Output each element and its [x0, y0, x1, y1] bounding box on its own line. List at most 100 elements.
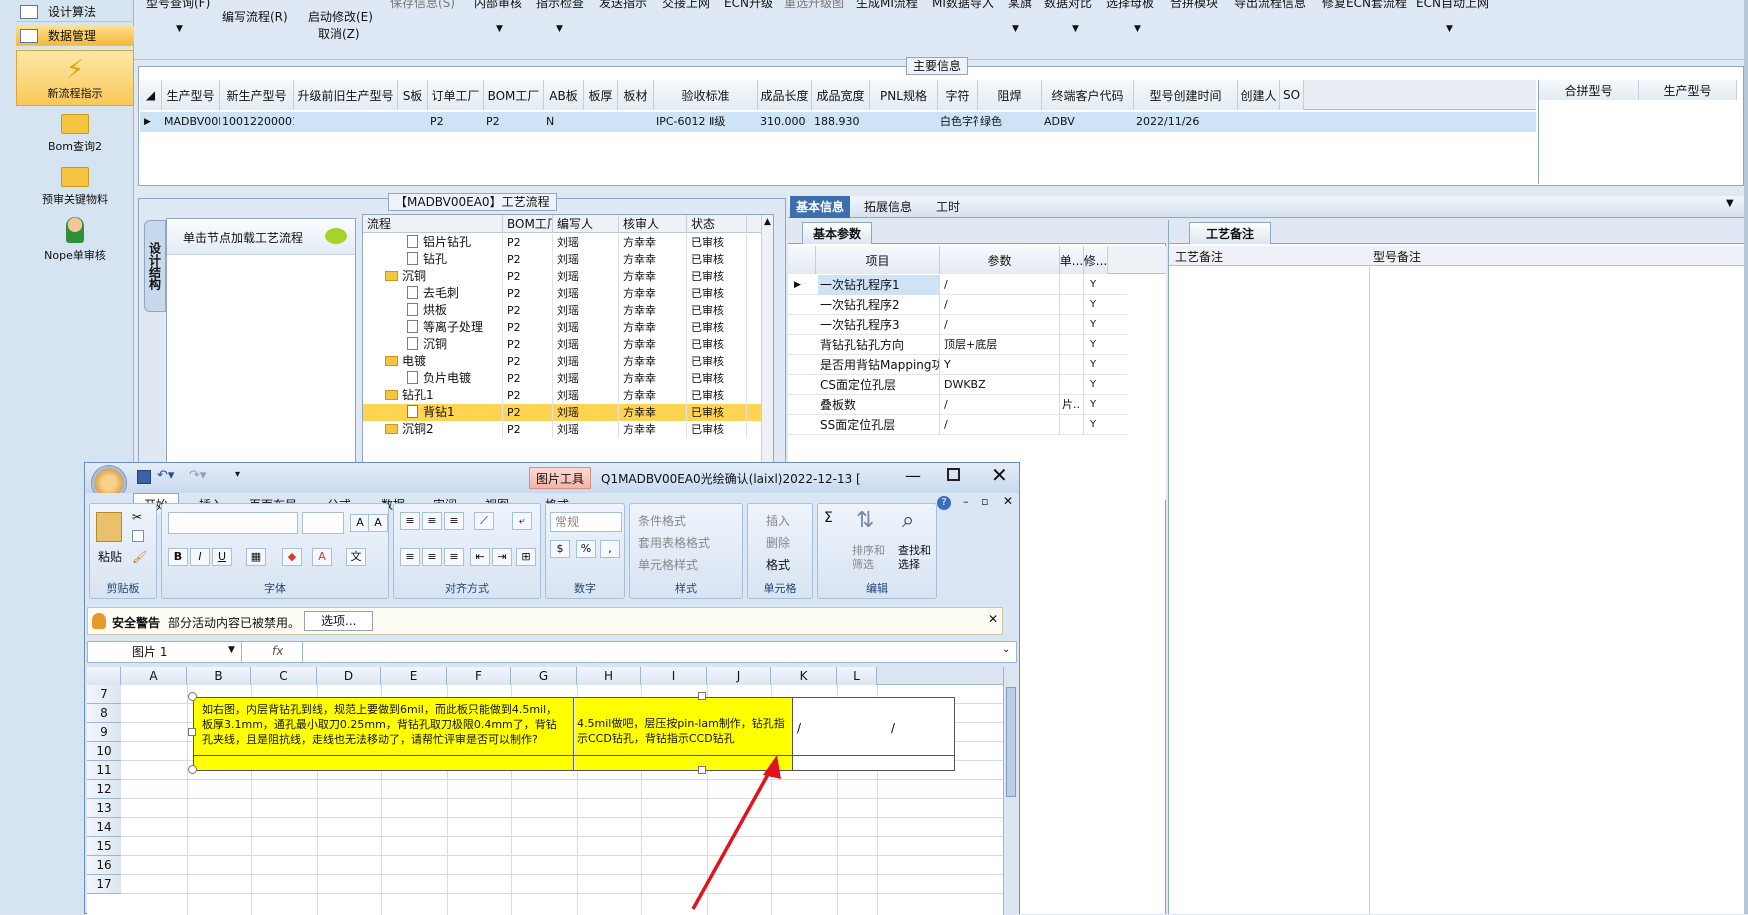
toolbar-repair-ecn[interactable]: 修复ECN套流程: [1322, 0, 1407, 11]
param-value[interactable]: 顶层+底层: [942, 335, 1060, 355]
merge-icon[interactable]: ⊞: [516, 548, 536, 566]
flow-column-header[interactable]: BOM工厂: [503, 215, 553, 233]
tree-node[interactable]: 钻孔1: [363, 387, 503, 404]
toolbar-compare[interactable]: 数据对比: [1044, 0, 1092, 11]
ribbon-restore-icon[interactable]: ▫: [981, 495, 988, 508]
paste-icon[interactable]: [96, 512, 122, 542]
comma-icon[interactable]: ,: [600, 540, 620, 558]
nav-bom-query[interactable]: Bom查询2: [16, 112, 134, 160]
tab-design-structure[interactable]: 设计结构: [144, 220, 166, 312]
toolbar-write-flow[interactable]: 编写流程(R): [222, 8, 288, 25]
currency-icon[interactable]: $: [550, 540, 570, 558]
param-row[interactable]: CS面定位孔层 DWKBZ Y: [788, 375, 1128, 395]
column-header[interactable]: 升级前旧生产型号: [294, 80, 398, 110]
column-header[interactable]: D: [317, 667, 381, 685]
column-header[interactable]: 验收标准: [654, 80, 758, 110]
tree-row[interactable]: 电镀 P2 刘瑶 方幸幸 已审核: [363, 353, 763, 370]
toolbar-select-mother[interactable]: 选择母板: [1106, 0, 1154, 11]
param-column-header[interactable]: 单...: [1060, 246, 1084, 274]
toolbar-export-flow[interactable]: 导出流程信息: [1234, 0, 1306, 11]
row-header[interactable]: 12: [87, 780, 121, 799]
ribbon-minimize-icon[interactable]: –: [963, 495, 969, 508]
column-header[interactable]: L: [837, 667, 877, 685]
param-row[interactable]: 一次钻孔程序3/ Y: [788, 315, 1128, 335]
italic-icon[interactable]: I: [190, 548, 210, 566]
column-header[interactable]: 成品宽度: [812, 80, 870, 110]
toolbar-cancel[interactable]: 取消(Z): [318, 25, 360, 42]
column-header[interactable]: C: [251, 667, 317, 685]
param-column-header[interactable]: [788, 246, 816, 274]
row-header[interactable]: 9: [87, 723, 121, 742]
row-header[interactable]: 7: [87, 685, 121, 704]
copy-icon[interactable]: [132, 530, 144, 542]
param-row[interactable]: 是否用背钻Mapping功能YY: [788, 355, 1128, 375]
param-row[interactable]: ▶ 一次钻孔程序1/ Y: [788, 275, 1128, 295]
align-bottom-icon[interactable]: ≡: [444, 512, 464, 530]
align-left-icon[interactable]: ≡: [400, 548, 420, 566]
minimize-icon[interactable]: —: [905, 466, 921, 485]
column-header[interactable]: 字符: [938, 80, 978, 110]
outdent-icon[interactable]: ⇤: [470, 548, 490, 566]
tree-node[interactable]: 钻孔: [363, 251, 503, 268]
tree-row[interactable]: 烘板 P2 刘瑶 方幸幸 已审核: [363, 302, 763, 319]
resize-handle[interactable]: [188, 728, 196, 736]
undo-icon[interactable]: ↶▾: [157, 468, 174, 483]
tree-node[interactable]: 等离子处理: [363, 319, 503, 336]
conditional-format-button[interactable]: 条件格式: [638, 512, 686, 529]
tree-row[interactable]: 背钻1 P2 刘瑶 方幸幸 已审核: [363, 404, 763, 421]
resize-handle[interactable]: [698, 692, 706, 700]
embedded-picture[interactable]: 如右图，内层背钻孔到线，规范上要做到6mil，而此板只能做到4.5mil，板厚3…: [188, 692, 1019, 777]
row-header[interactable]: 8: [87, 704, 121, 723]
resize-handle[interactable]: [188, 765, 197, 774]
font-name-select[interactable]: [168, 512, 298, 534]
param-row[interactable]: SS面定位孔层 / Y: [788, 415, 1128, 435]
param-value[interactable]: DWKBZ: [942, 375, 1060, 395]
param-value[interactable]: /: [942, 395, 1060, 415]
scroll-thumb[interactable]: [1006, 687, 1016, 797]
chevron-down-icon[interactable]: ▼: [176, 24, 183, 34]
toolbar-model-query[interactable]: 型号查询(F): [146, 0, 210, 11]
nav-pre-review-materials[interactable]: 预审关键物料: [16, 165, 134, 213]
toolbar-ecn-auto[interactable]: ECN自动上网: [1416, 0, 1489, 11]
column-header[interactable]: K: [771, 667, 837, 685]
align-right-icon[interactable]: ≡: [444, 548, 464, 566]
column-header[interactable]: 终端客户代码: [1042, 80, 1134, 110]
param-value[interactable]: Y: [942, 355, 1060, 375]
bold-icon[interactable]: B: [168, 548, 188, 566]
param-row[interactable]: 一次钻孔程序2/ Y: [788, 295, 1128, 315]
chevron-down-icon[interactable]: ▼: [1072, 24, 1079, 34]
resize-handle[interactable]: [188, 692, 197, 701]
column-header[interactable]: H: [577, 667, 641, 685]
tree-node[interactable]: 沉铜: [363, 336, 503, 353]
column-header[interactable]: SO: [1280, 80, 1304, 110]
redo-icon[interactable]: ↷▾: [189, 468, 206, 483]
flow-column-header[interactable]: 编写人: [553, 215, 619, 233]
sort-filter-icon[interactable]: ⇅: [856, 508, 874, 533]
border-icon[interactable]: ▦: [246, 548, 266, 566]
font-grow-icon[interactable]: A: [350, 514, 370, 532]
tree-node[interactable]: 背钻1: [363, 404, 503, 421]
tree-row[interactable]: 钻孔 P2 刘瑶 方幸幸 已审核: [363, 251, 763, 268]
column-header[interactable]: 板厚: [584, 80, 618, 110]
row-header[interactable]: 16: [87, 856, 121, 875]
tree-row[interactable]: 铝片钻孔 P2 刘瑶 方幸幸 已审核: [363, 234, 763, 251]
format-cells-button[interactable]: 格式: [766, 556, 790, 573]
param-value[interactable]: /: [942, 275, 1060, 295]
toolbar-combine[interactable]: 合拼模块: [1170, 0, 1218, 11]
function-icon[interactable]: fx: [272, 644, 283, 658]
column-header[interactable]: J: [707, 667, 771, 685]
customize-qat-icon[interactable]: ▾: [235, 469, 240, 480]
help-icon[interactable]: ?: [937, 496, 951, 510]
close-icon[interactable]: ✕: [991, 463, 1008, 487]
insert-cells-button[interactable]: 插入: [766, 512, 790, 529]
cut-icon[interactable]: ✂: [132, 510, 142, 524]
scroll-up-icon[interactable]: ▲: [764, 217, 771, 227]
align-middle-icon[interactable]: ≡: [422, 512, 442, 530]
flow-column-header[interactable]: 状态: [687, 215, 747, 233]
row-header[interactable]: 11: [87, 761, 121, 780]
column-header[interactable]: 生产型号: [162, 80, 220, 110]
side-header-combine-model[interactable]: 合拼型号: [1539, 80, 1639, 100]
tree-row[interactable]: 钻孔1 P2 刘瑶 方幸幸 已审核: [363, 387, 763, 404]
row-header[interactable]: 10: [87, 742, 121, 761]
fill-color-icon[interactable]: ◆: [282, 548, 302, 566]
